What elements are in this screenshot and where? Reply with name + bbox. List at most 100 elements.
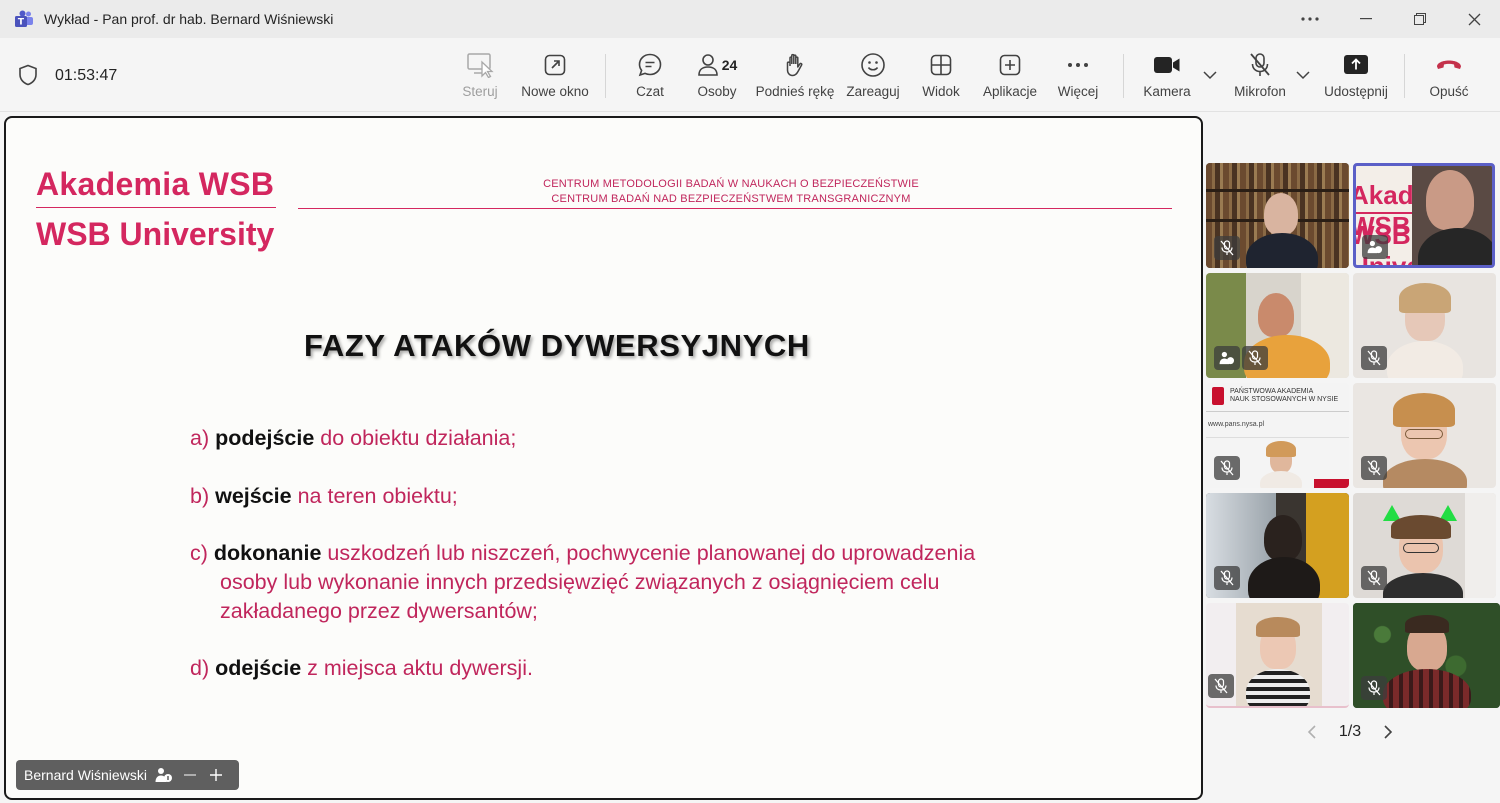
people-count: 24 [721, 57, 738, 73]
view-button[interactable]: Widok [920, 50, 962, 106]
participant-tile[interactable] [1353, 603, 1500, 708]
steruj-label: Steruj [462, 84, 498, 99]
item-keyword: podejście [215, 426, 315, 450]
item-text: uszkodzeń lub niszczeń, pochwycenie plan… [327, 541, 976, 565]
camera-options-chevron-icon[interactable] [1202, 68, 1218, 82]
participant-body [1260, 471, 1302, 488]
apps-label: Aplikacje [982, 84, 1038, 99]
people-button[interactable]: 24 Osoby [694, 50, 740, 106]
item-marker: b) [190, 484, 210, 508]
participant-glasses [1403, 543, 1439, 553]
shield-icon [19, 64, 37, 86]
slide-list-item: c) dokonanie uszkodzeń lub niszczeń, poc… [190, 539, 975, 626]
item-text: do obiektu działania; [320, 426, 517, 450]
people-icon [697, 54, 718, 76]
restore-button[interactable] [1398, 6, 1442, 32]
raise-hand-button[interactable]: Podnieś rękę [756, 50, 834, 106]
gallery-pager: 1/3 [1305, 720, 1395, 744]
more-options-button[interactable] [1288, 6, 1332, 32]
microphone-label: Mikrofon [1234, 84, 1286, 99]
hang-up-icon [1437, 60, 1461, 69]
meeting-toolbar: 01:53:47 Steruj Nowe okno Czat 24 Osoby … [0, 38, 1500, 112]
add-app-icon [999, 54, 1021, 76]
item-keyword: dokonanie [213, 541, 322, 565]
participant-tile-active-speaker[interactable]: Akademia WSB WSB University [1353, 163, 1495, 268]
muted-indicator [1242, 346, 1268, 370]
react-button[interactable]: Zareaguj [846, 50, 900, 106]
mic-off-icon [1220, 240, 1234, 256]
microphone-button[interactable]: Mikrofon [1228, 50, 1292, 106]
apps-button[interactable]: Aplikacje [982, 50, 1038, 106]
muted-indicator [1361, 676, 1387, 700]
door [1465, 493, 1496, 598]
minimize-button[interactable] [1344, 6, 1388, 32]
participant-tile[interactable]: PAŃSTWOWA AKADEMIA NAUK STOSOWANYCH W NY… [1206, 383, 1349, 488]
participant-hair [1391, 515, 1451, 539]
camera-button[interactable]: Kamera [1142, 50, 1192, 106]
shared-content-stage: Akademia WSB WSB University CENTRUM METO… [4, 116, 1203, 800]
participant-tile[interactable] [1353, 383, 1496, 488]
close-button[interactable] [1452, 6, 1496, 32]
share-button[interactable]: Udostępnij [1322, 50, 1390, 106]
title-bar: T Wykład - Pan prof. dr hab. Bernard Wiś… [0, 0, 1500, 38]
participant-tile[interactable] [1353, 273, 1496, 378]
divider [1206, 437, 1349, 438]
chat-button[interactable]: Czat [632, 50, 668, 106]
shelf [1206, 189, 1349, 192]
presenter-name-bar: Bernard Wiśniewski [16, 760, 239, 790]
svg-text:T: T [18, 18, 25, 28]
share-screen-icon [1344, 55, 1368, 74]
participant-hair [1393, 393, 1455, 427]
restore-icon [1414, 13, 1426, 25]
slide-header-line-2: CENTRUM BADAŃ NAD BEZPIECZEŃSTWEM TRANSG… [551, 193, 911, 205]
muted-indicator [1208, 674, 1234, 698]
participant-body [1246, 669, 1310, 706]
participant-gallery: Akademia WSB WSB University PAŃSTWOWA AK… [1205, 112, 1500, 803]
participant-tile[interactable] [1206, 273, 1349, 378]
participant-glasses [1405, 429, 1443, 439]
item-keyword: odejście [215, 656, 302, 680]
participant-tile[interactable] [1206, 603, 1349, 708]
muted-indicator [1361, 566, 1387, 590]
pans-logo-icon [1212, 387, 1224, 405]
leave-button[interactable]: Opuść [1424, 50, 1474, 106]
more-horizontal-icon [1068, 63, 1088, 67]
participant-tile[interactable] [1206, 493, 1349, 598]
more-button[interactable]: Więcej [1056, 50, 1100, 106]
participant-hair [1399, 283, 1451, 313]
prev-page-icon[interactable] [1305, 724, 1319, 740]
slide-header-line-1: CENTRUM METODOLOGII BADAŃ W NAUKACH O BE… [543, 178, 919, 190]
zoom-in-button[interactable] [209, 768, 223, 782]
mic-off-icon [1367, 350, 1381, 366]
new-window-button[interactable]: Nowe okno [519, 50, 591, 106]
tile-red-banner [1314, 479, 1349, 488]
tile-logo-url: www.pans.nysa.pl [1208, 421, 1265, 428]
slide-header-divider [298, 208, 1172, 209]
window-title: Wykład - Pan prof. dr hab. Bernard Wiśni… [44, 11, 334, 27]
raise-hand-label: Podnieś rękę [755, 84, 835, 99]
camera-label: Kamera [1143, 84, 1191, 99]
participant-hair [1266, 441, 1296, 457]
page-indicator: 1/3 [1338, 723, 1362, 740]
mic-off-icon [1220, 570, 1234, 586]
share-label: Udostępnij [1324, 84, 1388, 99]
item-marker: c) [190, 541, 208, 565]
mic-options-chevron-icon[interactable] [1295, 68, 1311, 82]
participant-body [1383, 573, 1463, 598]
logo-line-1: Akademia WSB [36, 166, 275, 202]
participant-tile[interactable] [1353, 493, 1496, 598]
meeting-timer: 01:53:47 [55, 67, 118, 84]
zoom-out-button[interactable] [183, 768, 197, 782]
next-page-icon[interactable] [1381, 724, 1395, 740]
steruj-button[interactable]: Steruj [460, 50, 500, 106]
item-text-continued: osoby lub wykonanie innych przedsięwzięć… [220, 570, 940, 594]
mic-off-icon [1248, 350, 1262, 366]
slide-list-item: a) podejście do obiektu działania; [190, 424, 516, 453]
mic-off-icon [1250, 53, 1270, 76]
grid-view-icon [930, 54, 952, 76]
tile-logo-text: NAUK STOSOWANYCH W NYSIE [1230, 396, 1339, 403]
participant-tile[interactable] [1206, 163, 1349, 268]
presenter-status-icon [1219, 351, 1234, 365]
minimize-icon [1360, 18, 1372, 20]
toolbar-separator [605, 54, 606, 98]
